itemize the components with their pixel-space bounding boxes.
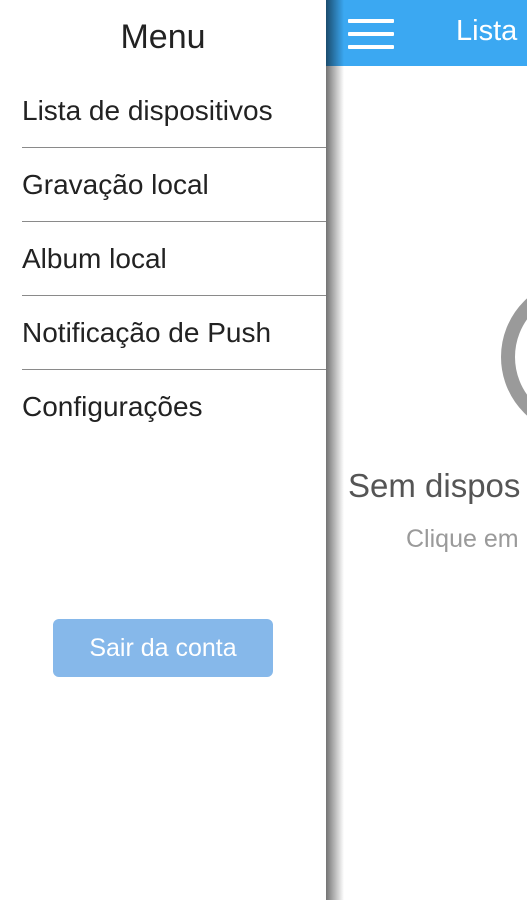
hamburger-line-bottom [348,45,394,49]
drawer-title: Menu [120,18,206,56]
menu-item-local-album[interactable]: Album local [22,222,326,296]
menu-item-settings[interactable]: Configurações [22,370,326,443]
hamburger-menu-icon[interactable] [348,19,394,49]
drawer-shadow [326,0,344,900]
app-bar: Lista [326,0,527,66]
empty-state-subtitle: Clique em [406,525,519,553]
navigation-drawer: Menu Lista de dispositivos Gravação loca… [0,0,326,900]
menu-item-device-list[interactable]: Lista de dispositivos [22,74,326,148]
hamburger-line-top [348,19,394,23]
drawer-menu-list: Lista de dispositivos Gravação local Alb… [22,74,326,443]
app-bar-title: Lista [456,15,518,47]
main-content: Lista Sem dispos Clique em [326,0,527,900]
empty-state-title: Sem dispos [348,467,521,504]
menu-item-push-notification[interactable]: Notificação de Push [22,296,326,370]
logout-button[interactable]: Sair da conta [53,619,273,677]
menu-item-local-recording[interactable]: Gravação local [22,148,326,222]
empty-device-icon [501,278,527,436]
hamburger-line-middle [348,32,394,36]
